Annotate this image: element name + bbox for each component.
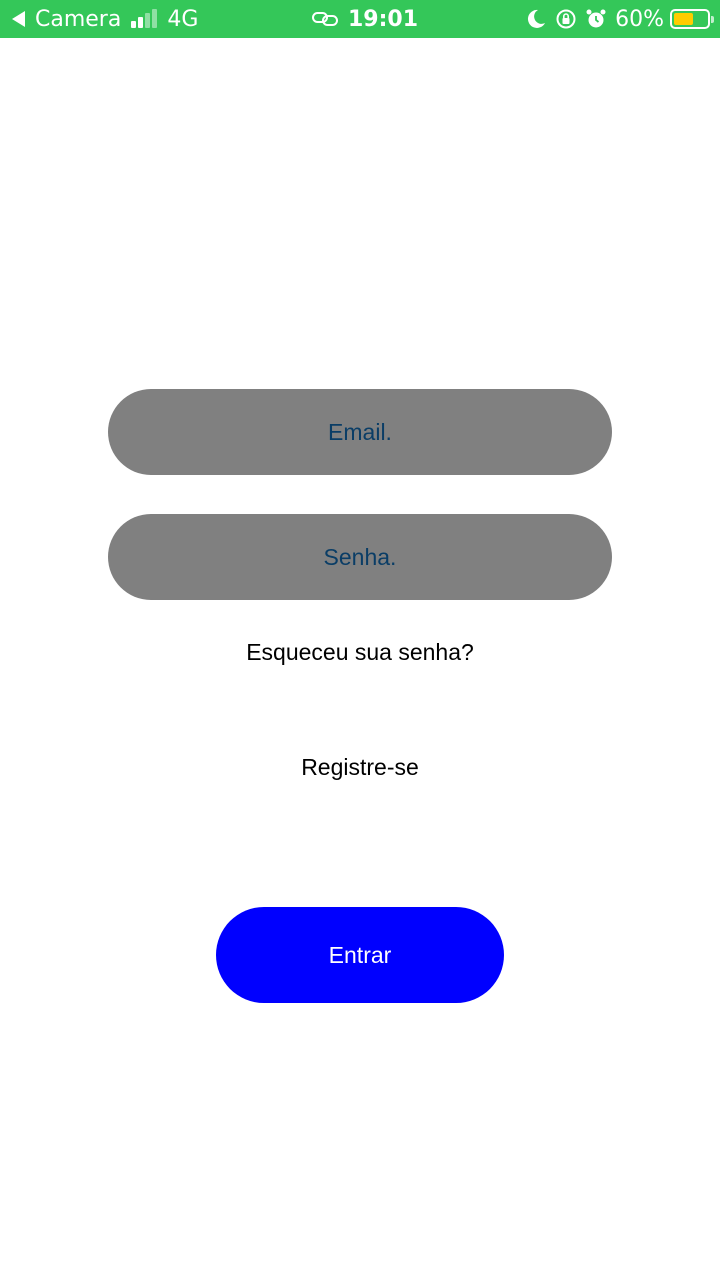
alarm-icon	[586, 9, 606, 28]
battery-nub	[711, 16, 714, 23]
battery-icon	[670, 9, 714, 29]
battery-level	[674, 13, 693, 25]
signal-icon	[131, 9, 159, 28]
link-icon	[312, 12, 338, 26]
back-arrow-icon[interactable]	[12, 11, 25, 27]
back-app-label[interactable]: Camera	[35, 7, 121, 32]
moon-icon	[528, 9, 546, 28]
clock: 19:01	[348, 6, 419, 32]
status-bar-right: 60%	[525, 0, 714, 38]
battery-percent: 60%	[615, 6, 664, 32]
status-bar-left: Camera 4G	[12, 0, 198, 38]
login-screen: Camera 4G 19:01 60% Email. Esqueceu sua …	[0, 0, 720, 1280]
register-link[interactable]: Registre-se	[0, 754, 720, 781]
password-field[interactable]	[108, 514, 612, 600]
status-bar: Camera 4G 19:01 60%	[0, 0, 720, 38]
rotation-lock-icon	[556, 9, 576, 29]
status-bar-center: 19:01	[312, 0, 418, 38]
network-type: 4G	[167, 6, 199, 32]
email-field[interactable]	[108, 389, 612, 475]
login-button[interactable]: Entrar	[216, 907, 504, 1003]
forgot-password-link[interactable]: Esqueceu sua senha?	[0, 639, 720, 666]
